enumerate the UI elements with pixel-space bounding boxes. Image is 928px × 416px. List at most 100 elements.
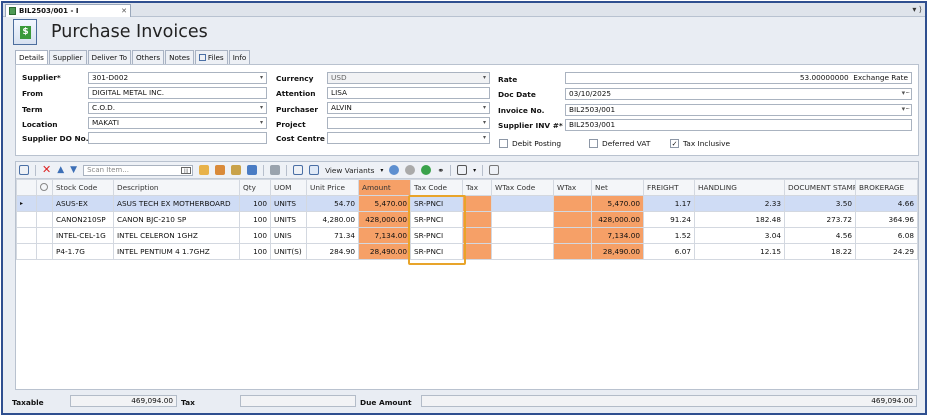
cell-freight[interactable]: 1.52 — [643, 227, 695, 244]
debit-posting-checkbox[interactable]: Debit Posting — [499, 139, 561, 148]
col-unit-price[interactable]: Unit Price — [306, 179, 359, 196]
numbering-chevron-icon[interactable]: ▾ ··· — [902, 105, 910, 114]
circle-gray-icon[interactable] — [405, 165, 416, 175]
cell-freight[interactable]: 1.17 — [643, 195, 695, 212]
checkmark-icon[interactable]: ✓ — [670, 139, 679, 148]
scan-item-input[interactable]: Scan Item... ||| — [83, 164, 194, 176]
barcode-icon[interactable]: ||| — [181, 166, 192, 174]
chevron-down-icon[interactable]: ▾ — [260, 73, 263, 83]
document-tab[interactable]: BIL2503/001 - I ✕ — [5, 4, 131, 17]
col-tax[interactable]: Tax — [462, 179, 492, 196]
from-field[interactable]: DIGITAL METAL INC. — [88, 87, 267, 99]
cell-amount[interactable]: 7,134.00 — [358, 227, 411, 244]
col-wtax-code[interactable]: WTax Code — [491, 179, 554, 196]
attention-field[interactable]: LISA — [327, 87, 490, 99]
table-row[interactable]: P4-1.7G INTEL PENTIUM 4 1.7GHZ 100 UNIT(S) 2… — [16, 243, 918, 260]
user-icon[interactable] — [247, 165, 258, 175]
view-variants-button[interactable]: View Variants — [325, 166, 374, 175]
delete-icon[interactable]: ✕ — [42, 164, 51, 175]
col-freight[interactable]: FREIGHT — [643, 179, 695, 196]
add-circle-icon[interactable] — [421, 165, 432, 175]
cell-unit-price[interactable]: 71.34 — [306, 227, 359, 244]
col-net[interactable]: Net — [591, 179, 644, 196]
col-description[interactable]: Description — [113, 179, 240, 196]
rate-field[interactable]: 53.00000000 Exchange Rate — [565, 72, 912, 84]
chevron-down-icon[interactable]: ▾ — [473, 167, 476, 174]
cell-net[interactable]: 7,134.00 — [591, 227, 644, 244]
cell-uom[interactable]: UNITS — [270, 195, 307, 212]
col-handling[interactable]: HANDLING — [694, 179, 785, 196]
col-brokerage[interactable]: BROKERAGE — [855, 179, 918, 196]
cell-wtax[interactable] — [553, 195, 592, 212]
calendar-chevron-icon[interactable]: ▾ ··· — [902, 89, 910, 98]
cell-wtax-code[interactable] — [491, 227, 554, 244]
window-menu-icon[interactable]: ▾ ⟩ — [912, 5, 922, 14]
binoculars-icon[interactable]: ⚭ — [437, 166, 444, 175]
cell-stock-code[interactable]: INTEL-CEL-1G — [52, 227, 114, 244]
cell-document-stamp[interactable]: 3.50 — [784, 195, 856, 212]
cell-unit-price[interactable]: 4,280.00 — [306, 211, 359, 228]
cell-tax[interactable] — [462, 211, 492, 228]
export-icon[interactable] — [293, 165, 304, 175]
cell-wtax-code[interactable] — [491, 243, 554, 260]
cell-tax[interactable] — [462, 227, 492, 244]
cell-tax-code[interactable]: SR-PNCI — [410, 211, 463, 228]
cell-tax-code[interactable]: SR-PNCI — [410, 195, 463, 212]
chevron-down-icon[interactable]: ▾ — [483, 103, 486, 113]
cell-net[interactable]: 5,470.00 — [591, 195, 644, 212]
save-icon[interactable] — [457, 165, 468, 175]
cell-brokerage[interactable]: 364.96 — [855, 211, 918, 228]
tab-deliver-to[interactable]: Deliver To — [87, 50, 131, 64]
cell-uom[interactable]: UNIS — [270, 227, 307, 244]
chevron-down-icon[interactable]: ▾ — [483, 118, 486, 128]
row-select[interactable] — [36, 243, 53, 260]
cell-uom[interactable]: UNITS — [270, 211, 307, 228]
tab-supplier[interactable]: Supplier — [48, 50, 87, 64]
cell-unit-price[interactable]: 54.70 — [306, 195, 359, 212]
row-select[interactable] — [36, 195, 53, 212]
currency-field[interactable]: USD ▾ — [327, 72, 490, 84]
cell-description[interactable]: INTEL PENTIUM 4 1.7GHZ — [113, 243, 240, 260]
invoice-no-field[interactable]: BIL2503/001 ▾ ··· — [565, 104, 912, 116]
eraser-icon[interactable] — [199, 165, 210, 175]
cell-wtax-code[interactable] — [491, 211, 554, 228]
cell-document-stamp[interactable]: 273.72 — [784, 211, 856, 228]
location-field[interactable]: MAKATI ▾ — [88, 117, 267, 129]
cell-stock-code[interactable]: CANON210SP — [52, 211, 114, 228]
cell-net[interactable]: 428,000.00 — [591, 211, 644, 228]
tab-others[interactable]: Others — [131, 50, 165, 64]
col-amount[interactable]: Amount — [358, 179, 411, 196]
table-row[interactable]: CANON210SP CANON BJC-210 SP 100 UNITS 4,280.… — [16, 211, 918, 228]
row-select[interactable] — [36, 227, 53, 244]
supplier-inv-field[interactable]: BIL2503/001 — [565, 119, 912, 131]
cell-brokerage[interactable]: 4.66 — [855, 195, 918, 212]
cell-tax[interactable] — [462, 243, 492, 260]
purchaser-field[interactable]: ALVIN ▾ — [327, 102, 490, 114]
cell-handling[interactable]: 2.33 — [694, 195, 785, 212]
cell-handling[interactable]: 12.15 — [694, 243, 785, 260]
table-row[interactable]: ▸ ASUS-EX ASUS TECH EX MOTHERBOARD 100 UNIT… — [16, 195, 918, 212]
cell-stock-code[interactable]: ASUS-EX — [52, 195, 114, 212]
project-field[interactable]: ▾ — [327, 117, 490, 129]
paste-icon[interactable] — [231, 165, 242, 175]
supplier-do-field[interactable] — [88, 132, 267, 144]
supplier-field[interactable]: 301-D002 ▾ — [88, 72, 267, 84]
cell-wtax[interactable] — [553, 227, 592, 244]
close-tab-icon[interactable]: ✕ — [121, 7, 127, 15]
select-all-header[interactable] — [36, 179, 53, 196]
print-icon[interactable] — [270, 165, 281, 175]
doc-date-field[interactable]: 03/10/2025 ▾ ··· — [565, 88, 912, 100]
cell-uom[interactable]: UNIT(S) — [270, 243, 307, 260]
checkbox-box[interactable] — [589, 139, 598, 148]
cell-tax-code[interactable]: SR-PNCI — [410, 243, 463, 260]
cost-centre-field[interactable]: ▾ — [327, 132, 490, 144]
cell-handling[interactable]: 3.04 — [694, 227, 785, 244]
cell-amount[interactable]: 28,490.00 — [358, 243, 411, 260]
cell-unit-price[interactable]: 284.90 — [306, 243, 359, 260]
refresh-icon[interactable] — [389, 165, 400, 175]
chevron-down-icon[interactable]: ▾ — [483, 133, 486, 143]
cell-document-stamp[interactable]: 4.56 — [784, 227, 856, 244]
cell-description[interactable]: INTEL CELERON 1GHZ — [113, 227, 240, 244]
tab-files[interactable]: Files — [194, 50, 228, 64]
cell-amount[interactable]: 5,470.00 — [358, 195, 411, 212]
